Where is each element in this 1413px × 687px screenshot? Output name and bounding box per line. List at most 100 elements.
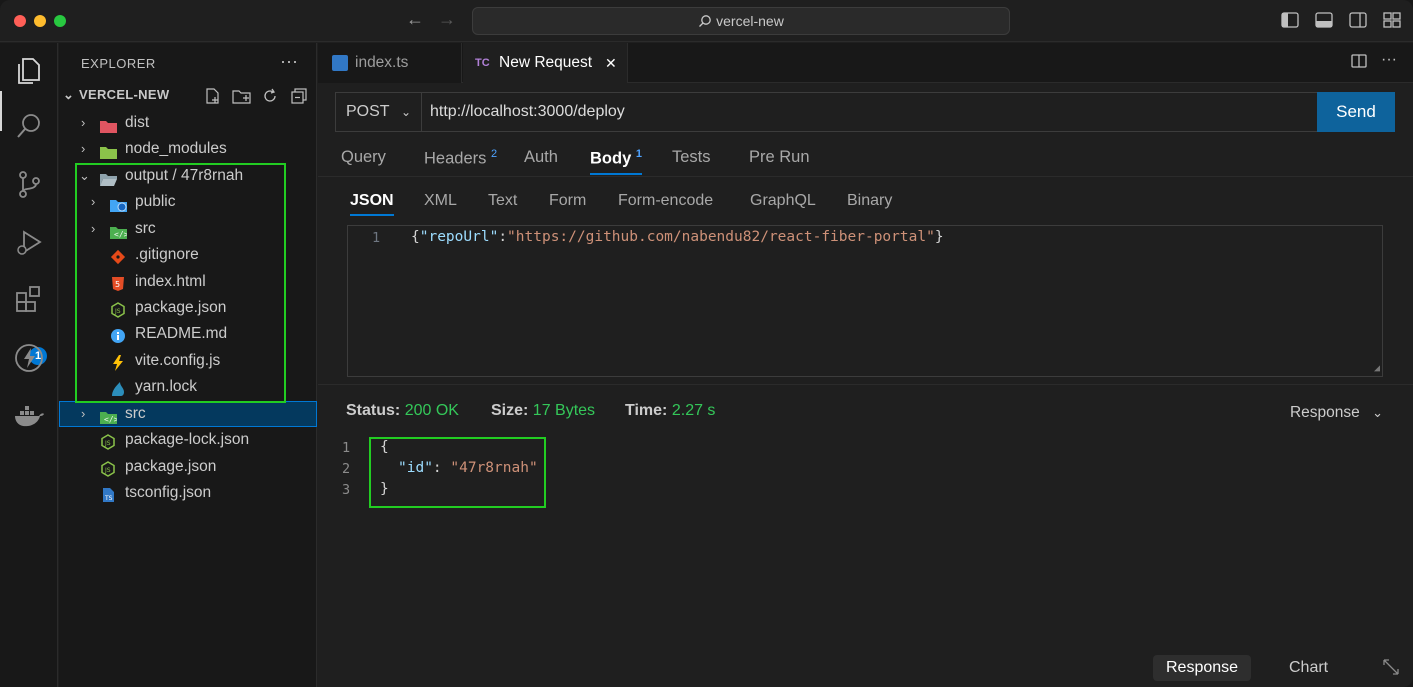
collapse-all-icon[interactable] bbox=[290, 87, 308, 105]
time-value: 2.27 s bbox=[671, 402, 716, 419]
tree-item-label: node_modules bbox=[125, 140, 227, 157]
tab-pre-run[interactable]: Pre Run bbox=[749, 148, 810, 167]
close-tab-icon[interactable]: ✕ bbox=[605, 43, 617, 83]
dropdown-label: Response bbox=[1289, 404, 1360, 421]
tab-body[interactable]: Body 1 bbox=[590, 148, 642, 175]
toggle-panel-icon[interactable] bbox=[1315, 12, 1333, 28]
code-line: {"repoUrl":"https://github.com/nabendu82… bbox=[411, 229, 944, 245]
body-tab-json[interactable]: JSON bbox=[350, 192, 394, 216]
explorer-icon[interactable] bbox=[12, 53, 46, 87]
new-file-icon[interactable] bbox=[203, 87, 221, 105]
response-body: 1 { 2 "id": "47r8rnah" 3 } bbox=[318, 436, 1413, 516]
activity-bar: 1 bbox=[0, 43, 58, 687]
divider bbox=[318, 176, 1413, 177]
folder-dist-icon bbox=[100, 116, 117, 133]
nodejs-icon: JS bbox=[100, 460, 116, 477]
split-editor-icon[interactable] bbox=[1351, 53, 1367, 73]
tab-query[interactable]: Query bbox=[341, 148, 386, 167]
line-number: 1 bbox=[342, 440, 351, 456]
zoom-window-button[interactable] bbox=[54, 15, 66, 27]
nodejs-icon: JS bbox=[100, 433, 116, 450]
tree-item-label: dist bbox=[125, 114, 150, 131]
body-tab-binary[interactable]: Binary bbox=[847, 192, 892, 210]
thunder-client-icon: TC bbox=[475, 57, 490, 69]
new-folder-icon[interactable] bbox=[232, 87, 251, 105]
active-indicator bbox=[0, 91, 2, 131]
svg-text:TS: TS bbox=[104, 495, 113, 502]
tab-label: Query bbox=[341, 148, 386, 166]
size-label: Size: bbox=[491, 402, 529, 419]
folder-src-icon: </> bbox=[100, 407, 119, 424]
toggle-secondary-sidebar-icon[interactable] bbox=[1349, 12, 1367, 28]
window-title: vercel-new bbox=[716, 13, 784, 29]
tree-item-node-modules[interactable]: › node_modules bbox=[59, 136, 317, 162]
source-control-icon[interactable] bbox=[12, 167, 46, 201]
request-body-editor[interactable]: 1 {"repoUrl":"https://github.com/nabendu… bbox=[347, 225, 1383, 377]
workspace-root[interactable]: ⌄ VERCEL-NEW bbox=[63, 87, 169, 103]
tab-label: Auth bbox=[524, 148, 558, 166]
tree-item-package-json[interactable]: JS package.json bbox=[59, 454, 317, 480]
tree-item-dist[interactable]: › dist bbox=[59, 110, 317, 136]
tab-label: Pre Run bbox=[749, 148, 810, 166]
docker-icon[interactable] bbox=[12, 399, 46, 433]
json-key: "repoUrl" bbox=[419, 229, 499, 245]
chevron-right-icon: › bbox=[81, 141, 86, 156]
more-actions-icon[interactable]: ··· bbox=[280, 51, 298, 72]
tab-new-request[interactable]: TC New Request ✕ bbox=[463, 43, 628, 83]
tree-item-src[interactable]: › </> src bbox=[59, 401, 317, 427]
send-button[interactable]: Send bbox=[1317, 92, 1395, 132]
chevron-right-icon: › bbox=[81, 115, 86, 130]
toggle-primary-sidebar-icon[interactable] bbox=[1281, 12, 1299, 28]
body-tab-graphql[interactable]: GraphQL bbox=[750, 192, 816, 210]
divider bbox=[318, 384, 1413, 385]
thunder-client-icon[interactable] bbox=[12, 341, 46, 375]
editor-tab-bar: index.ts TC New Request ✕ ··· bbox=[318, 43, 1413, 83]
svg-text:</>: </> bbox=[104, 415, 117, 424]
tab-chart[interactable]: Chart bbox=[1276, 655, 1341, 681]
tab-headers[interactable]: Headers 2 bbox=[424, 148, 497, 169]
tab-index-ts[interactable]: index.ts bbox=[318, 43, 462, 83]
customize-layout-icon[interactable] bbox=[1383, 12, 1401, 28]
back-arrow-icon[interactable]: ← bbox=[406, 9, 424, 30]
time-label: Time: bbox=[625, 402, 668, 419]
refresh-icon[interactable] bbox=[261, 87, 279, 105]
highlight-output-folder bbox=[75, 163, 286, 403]
tree-item-package-lock-json[interactable]: JS package-lock.json bbox=[59, 427, 317, 453]
forward-arrow-icon[interactable]: → bbox=[438, 9, 456, 30]
search-icon bbox=[699, 15, 711, 27]
command-center[interactable]: vercel-new bbox=[472, 7, 1010, 35]
body-tab-form[interactable]: Form bbox=[549, 192, 586, 210]
tab-label: Body bbox=[590, 149, 632, 168]
explorer-title: EXPLORER bbox=[81, 56, 156, 71]
expand-icon[interactable] bbox=[1381, 657, 1401, 681]
tab-auth[interactable]: Auth bbox=[524, 148, 558, 167]
extensions-icon[interactable] bbox=[12, 283, 46, 317]
thunder-client-panel: POST ⌄ http://localhost:3000/deploy Send… bbox=[318, 84, 1413, 687]
size-info: Size: 17 Bytes bbox=[491, 402, 595, 420]
more-editor-actions-icon[interactable]: ··· bbox=[1381, 52, 1397, 73]
tab-tests[interactable]: Tests bbox=[672, 148, 711, 167]
minimize-window-button[interactable] bbox=[34, 15, 46, 27]
chevron-down-icon: ⌄ bbox=[1372, 405, 1383, 420]
method-select[interactable]: POST ⌄ bbox=[336, 93, 422, 131]
body-tab-xml[interactable]: XML bbox=[424, 192, 457, 210]
close-window-button[interactable] bbox=[14, 15, 26, 27]
body-tab-text[interactable]: Text bbox=[488, 192, 517, 210]
search-view-icon[interactable] bbox=[12, 109, 46, 143]
typescript-icon bbox=[332, 55, 348, 71]
url-input[interactable]: http://localhost:3000/deploy bbox=[430, 93, 625, 131]
response-view-tabs: Response Chart bbox=[1153, 651, 1413, 687]
tree-item-label: package-lock.json bbox=[125, 431, 250, 448]
tree-item-tsconfig[interactable]: TS tsconfig.json bbox=[59, 480, 317, 506]
brace: { bbox=[411, 229, 420, 245]
run-debug-icon[interactable] bbox=[12, 225, 46, 259]
resize-handle-icon[interactable]: ◢ bbox=[1374, 363, 1380, 374]
body-tab-form-encode[interactable]: Form-encode bbox=[618, 192, 713, 210]
status-info: Status: 200 OK bbox=[346, 402, 459, 420]
highlight-response-id bbox=[369, 437, 546, 508]
svg-text:JS: JS bbox=[104, 440, 111, 447]
tab-response[interactable]: Response bbox=[1153, 655, 1252, 681]
chevron-right-icon: › bbox=[81, 406, 86, 421]
response-view-dropdown[interactable]: Response ⌄ bbox=[1290, 404, 1383, 422]
tree-item-label: tsconfig.json bbox=[125, 484, 212, 501]
